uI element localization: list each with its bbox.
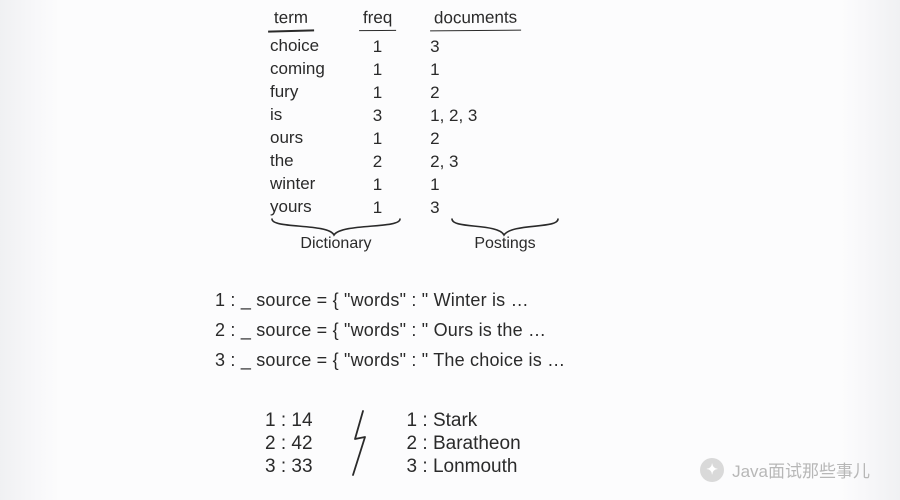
header-documents: documents	[430, 8, 521, 32]
cell-term: choice	[270, 34, 319, 57]
source-row: 3 : _ source = { "words" : " The choice …	[215, 345, 790, 375]
source-text: 1 : _ source = { "words" : " Winter is …	[215, 290, 529, 310]
header-freq: freq	[359, 8, 396, 31]
cell-term: fury	[270, 80, 298, 103]
cell-term: the	[270, 149, 294, 172]
cell-documents: 3	[430, 196, 439, 219]
diagram-sheet: term choice coming fury is ours the wint…	[85, 0, 790, 500]
cell-term: winter	[270, 172, 315, 195]
paper-edge-left	[0, 0, 60, 500]
cell-documents: 3	[430, 35, 439, 58]
cell-documents: 2	[430, 81, 439, 104]
column-documents: documents 3 1 2 1, 2, 3 2 2, 3 1 3	[430, 8, 521, 219]
cell-freq: 1	[373, 196, 382, 219]
header-term: term	[270, 8, 312, 30]
cell-freq: 2	[373, 150, 382, 173]
list-item: 3 : 33	[265, 456, 313, 478]
name-list: 1 : Stark 2 : Baratheon 3 : Lonmouth	[407, 410, 521, 478]
paper-edge-right	[840, 0, 900, 500]
cell-documents: 2, 3	[430, 150, 458, 173]
list-item: 1 : 14	[265, 410, 313, 432]
source-row: 2 : _ source = { "words" : " Ours is the…	[215, 315, 790, 345]
cell-freq: 1	[373, 35, 382, 58]
cell-documents: 1, 2, 3	[430, 104, 477, 127]
cell-term: is	[270, 103, 282, 126]
list-item: 1 : Stark	[407, 410, 521, 432]
cell-documents: 1	[430, 173, 439, 196]
watermark-text: Java面试那些事儿	[732, 457, 870, 482]
list-item: 3 : Lonmouth	[407, 456, 521, 478]
brace-label-dictionary: Dictionary	[300, 235, 371, 253]
numeric-list: 1 : 14 2 : 42 3 : 33	[265, 410, 313, 478]
column-term: term choice coming fury is ours the wint…	[270, 8, 325, 219]
brace-label-postings: Postings	[474, 235, 535, 253]
source-text: 2 : _ source = { "words" : " Ours is the…	[215, 320, 546, 340]
cell-freq: 1	[373, 81, 382, 104]
brace-row: Dictionary Postings	[270, 217, 790, 253]
source-documents: 1 : _ source = { "words" : " Winter is ……	[215, 285, 790, 375]
cell-documents: 2	[430, 127, 439, 150]
curly-brace-icon	[270, 217, 402, 237]
cell-documents: 1	[430, 58, 439, 81]
inverted-index-table: term choice coming fury is ours the wint…	[270, 8, 790, 219]
list-item: 2 : 42	[265, 433, 313, 455]
cell-freq: 1	[373, 173, 382, 196]
list-item: 2 : Baratheon	[407, 433, 521, 455]
curly-brace-icon	[450, 217, 560, 237]
lightning-icon	[347, 409, 373, 479]
cell-term: yours	[270, 195, 312, 218]
watermark: ✦ Java面试那些事儿	[700, 457, 870, 482]
brace-postings: Postings	[450, 217, 560, 253]
cell-freq: 1	[373, 58, 382, 81]
cell-freq: 3	[373, 104, 382, 127]
column-freq: freq 1 1 1 3 1 2 1 1	[359, 8, 396, 219]
source-text: 3 : _ source = { "words" : " The choice …	[215, 350, 565, 370]
brace-dictionary: Dictionary	[270, 217, 402, 253]
source-row: 1 : _ source = { "words" : " Winter is …	[215, 285, 790, 315]
cell-term: coming	[270, 57, 325, 80]
wechat-icon: ✦	[700, 458, 724, 482]
cell-freq: 1	[373, 127, 382, 150]
cell-term: ours	[270, 126, 303, 149]
